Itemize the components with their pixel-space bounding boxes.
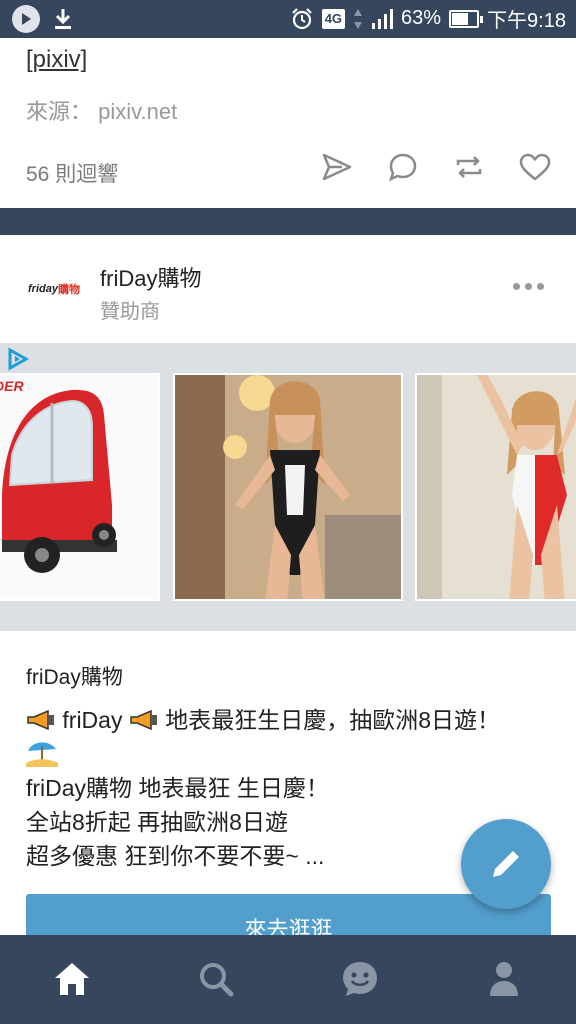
slide-banner-text: DER	[0, 378, 24, 394]
signal-icon	[371, 8, 394, 30]
reblog-icon[interactable]	[452, 150, 486, 184]
alarm-icon	[290, 7, 314, 31]
notes-count[interactable]: 56 則迴響	[26, 158, 118, 188]
post-source[interactable]: 來源： pixiv.net	[26, 94, 177, 126]
source-label: 來源：	[26, 99, 93, 124]
search-icon[interactable]	[194, 957, 238, 1001]
carousel-slide-vehicle[interactable]: DER	[0, 373, 160, 601]
ad-text-line-1: friDay 地表最狂生日慶，抽歐洲8日遊！	[26, 703, 556, 737]
network-type-badge: 4G	[321, 8, 346, 29]
battery-icon	[449, 9, 484, 28]
ad-text-line-2: friDay購物 地表最狂 生日慶！	[26, 775, 329, 801]
battery-percent: 63%	[401, 7, 442, 29]
sponsored-header: friday 購物 friDay購物 贊助商	[0, 235, 576, 343]
advertiser-avatar[interactable]: friday 購物	[26, 261, 82, 317]
beach-umbrella-icon	[26, 737, 556, 771]
clock: 下午9:18	[487, 10, 566, 32]
download-icon	[52, 7, 74, 31]
megaphone-icon	[129, 709, 159, 731]
carousel-slide-model-1[interactable]	[173, 373, 403, 601]
account-icon[interactable]	[482, 957, 526, 1001]
avatar-logo-suffix: 購物	[57, 284, 80, 296]
avatar-logo-text: friday	[28, 283, 58, 295]
sponsor-label: 贊助商	[100, 301, 160, 323]
status-bar: 4G 63% 下午9:18	[0, 0, 576, 38]
ad-text-line-1b: 地表最狂生日慶，抽歐洲8日遊！	[165, 707, 501, 733]
activity-icon[interactable]	[338, 957, 382, 1001]
more-options-icon[interactable]	[513, 283, 544, 290]
ad-image-carousel[interactable]: DER	[0, 343, 576, 631]
carousel-slide-model-2[interactable]	[415, 373, 576, 601]
ad-brand-name[interactable]: friDay購物	[26, 661, 123, 691]
post-link[interactable]: [pixiv]	[26, 46, 87, 74]
ad-text-line-1a: friDay	[62, 707, 123, 733]
share-icon[interactable]	[320, 150, 354, 184]
pencil-icon	[487, 845, 525, 883]
compose-button[interactable]	[461, 819, 551, 909]
post-actions	[320, 150, 552, 184]
source-value: pixiv.net	[98, 99, 178, 124]
bottom-navigation	[0, 935, 576, 1024]
megaphone-icon	[26, 709, 56, 731]
like-icon[interactable]	[518, 150, 552, 184]
data-arrows-icon	[353, 8, 363, 30]
post-card: [pixiv] 來源： pixiv.net 56 則迴響	[0, 38, 576, 208]
reply-icon[interactable]	[386, 150, 420, 184]
advertiser-name[interactable]: friDay購物	[100, 261, 201, 293]
home-icon[interactable]	[50, 957, 94, 1001]
adchoices-icon[interactable]	[6, 347, 30, 371]
media-play-icon	[12, 5, 40, 33]
